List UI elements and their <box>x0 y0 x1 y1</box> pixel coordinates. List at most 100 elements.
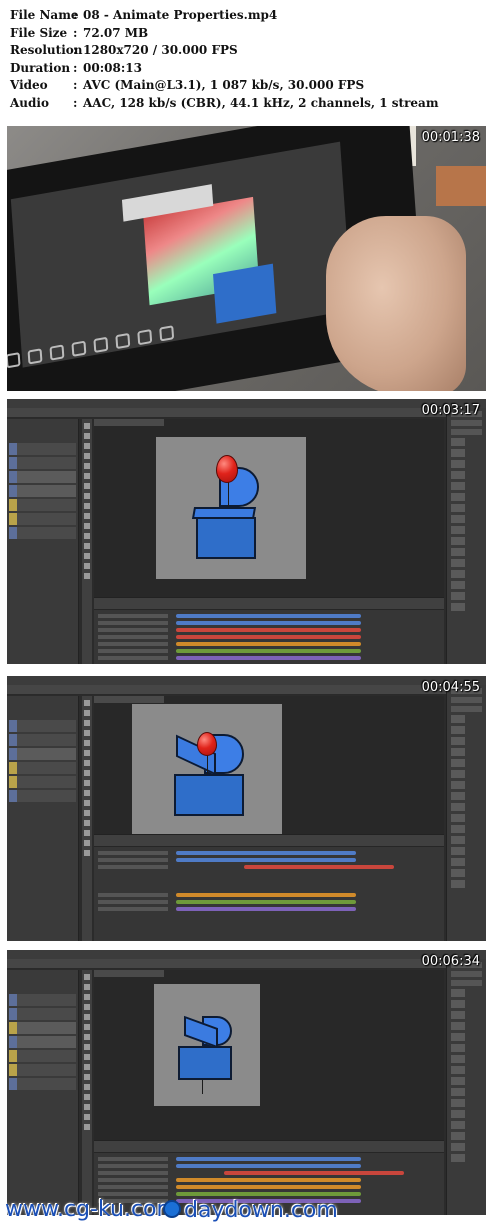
info-separator: : <box>73 43 78 58</box>
layer-row[interactable] <box>9 457 76 469</box>
tool-icon <box>27 348 43 365</box>
layer-group[interactable] <box>9 762 76 774</box>
info-separator: : <box>73 25 78 40</box>
chest-body <box>178 1046 232 1080</box>
info-value: 1280x720 / 30.000 FPS <box>83 43 238 58</box>
right-panel <box>446 959 486 1215</box>
info-value: AAC, 128 kb/s (CBR), 44.1 kHz, 2 channel… <box>83 95 439 110</box>
info-row: File Name : 08 - Animate Properties.mp4 <box>10 7 490 25</box>
daydown-logo-icon <box>163 1200 181 1218</box>
info-row: File Size : 72.07 MB <box>10 25 490 43</box>
watermark-left: www.cg-ku.com <box>5 1197 178 1222</box>
tool-icon <box>71 340 87 357</box>
chest-body <box>174 774 244 816</box>
balloon-string <box>202 1080 203 1094</box>
info-value: 72.07 MB <box>83 25 149 40</box>
timeline-track[interactable] <box>176 907 356 911</box>
timeline-ruler[interactable] <box>94 1141 444 1153</box>
info-value: 00:08:13 <box>83 60 142 75</box>
tool-icon <box>93 336 109 354</box>
tool-icon <box>49 344 65 361</box>
layer-row[interactable] <box>9 994 76 1006</box>
timeline-track[interactable] <box>176 628 361 632</box>
document-tab[interactable] <box>94 696 164 703</box>
info-separator: : <box>73 60 78 75</box>
timeline-track[interactable] <box>176 635 361 639</box>
tools-toolbar <box>82 970 92 1215</box>
timeline-track[interactable] <box>224 1171 404 1175</box>
layer-group[interactable] <box>9 513 76 525</box>
canvas[interactable] <box>154 984 260 1106</box>
tool-icon <box>115 332 131 350</box>
layer-group[interactable] <box>9 1064 76 1076</box>
layer-group[interactable] <box>9 499 76 511</box>
tools-toolbar <box>82 696 92 941</box>
timeline-panel <box>94 834 444 941</box>
info-key: File Size <box>10 25 68 40</box>
layer-row[interactable] <box>9 748 76 760</box>
info-separator: : <box>73 95 78 110</box>
document-window <box>94 970 444 1148</box>
document-tab[interactable] <box>94 419 164 426</box>
right-panel <box>446 408 486 664</box>
chest-shape <box>213 263 277 324</box>
info-key: Video <box>10 78 48 93</box>
timeline-ruler[interactable] <box>94 598 444 610</box>
layer-row[interactable] <box>9 1036 76 1048</box>
layer-row[interactable] <box>9 485 76 497</box>
layer-row[interactable] <box>9 720 76 732</box>
timeline-track[interactable] <box>176 1192 361 1196</box>
timeline-track[interactable] <box>176 1164 361 1168</box>
timeline-track[interactable] <box>244 865 394 869</box>
tool-icon <box>159 325 175 342</box>
thumbnail-photoshop[interactable]: 00:04:55 <box>7 676 486 941</box>
options-bar <box>7 408 486 418</box>
info-key: Resolution <box>10 43 83 58</box>
timeline-ruler[interactable] <box>94 835 444 847</box>
layer-row[interactable] <box>9 471 76 483</box>
options-bar <box>7 959 486 969</box>
tool-icon <box>137 329 153 346</box>
canvas[interactable] <box>132 704 282 834</box>
layer-row[interactable] <box>9 527 76 539</box>
timeline-track[interactable] <box>176 1185 361 1189</box>
timeline-track[interactable] <box>176 858 356 862</box>
canvas[interactable] <box>156 437 306 579</box>
file-info: File Name : 08 - Animate Properties.mp4 … <box>10 7 490 113</box>
timeline-track[interactable] <box>176 851 356 855</box>
hand <box>326 216 466 391</box>
info-separator: : <box>73 78 78 93</box>
timeline-track[interactable] <box>176 900 356 904</box>
layer-row[interactable] <box>9 1078 76 1090</box>
timestamp: 00:06:34 <box>421 954 480 969</box>
timeline-track[interactable] <box>176 614 361 618</box>
info-row: Video : AVC (Main@L3.1), 1 087 kb/s, 30.… <box>10 77 490 95</box>
menu-bar <box>7 676 486 691</box>
timeline-track[interactable] <box>176 642 361 646</box>
info-separator: : <box>73 8 78 22</box>
tool-icon <box>7 352 21 369</box>
info-key: Duration <box>10 60 71 75</box>
layer-row[interactable] <box>9 1008 76 1020</box>
thumbnail-photo[interactable]: 00:01:38 <box>7 126 486 391</box>
balloon <box>216 455 238 483</box>
layer-row[interactable] <box>9 734 76 746</box>
layer-row[interactable] <box>9 443 76 455</box>
timeline-track[interactable] <box>176 1178 361 1182</box>
layer-row[interactable] <box>9 790 76 802</box>
thumbnail-photoshop[interactable]: 00:06:34 <box>7 950 486 1215</box>
thumbnail-photoshop[interactable]: 00:03:17 <box>7 399 486 664</box>
timeline-track[interactable] <box>176 656 361 660</box>
layer-group[interactable] <box>9 1022 76 1034</box>
layer-group[interactable] <box>9 776 76 788</box>
timeline-track[interactable] <box>176 621 361 625</box>
info-value: 08 - Animate Properties.mp4 <box>83 8 278 22</box>
timeline-track[interactable] <box>176 649 361 653</box>
watermark-right: daydown.com <box>184 1198 338 1223</box>
layer-group[interactable] <box>9 1050 76 1062</box>
document-tab[interactable] <box>94 970 164 977</box>
menu-bar <box>7 399 486 414</box>
timeline-track[interactable] <box>176 893 356 897</box>
chest-body <box>196 517 256 559</box>
timeline-track[interactable] <box>176 1157 361 1161</box>
